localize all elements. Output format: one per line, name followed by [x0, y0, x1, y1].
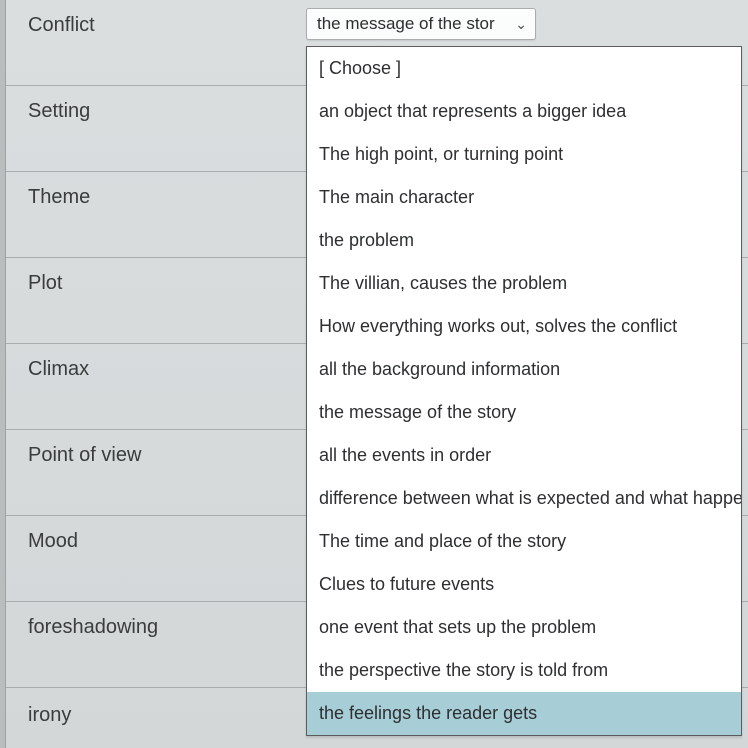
dropdown-option[interactable]: the problem: [307, 219, 741, 262]
term-label: Climax: [6, 350, 306, 381]
dropdown-option[interactable]: one event that sets up the problem: [307, 606, 741, 649]
term-label: Theme: [6, 178, 306, 209]
dropdown-option[interactable]: all the background information: [307, 348, 741, 391]
dropdown-option[interactable]: an object that represents a bigger idea: [307, 90, 741, 133]
dropdown-option[interactable]: The high point, or turning point: [307, 133, 741, 176]
dropdown-option[interactable]: the message of the story: [307, 391, 741, 434]
term-label: Conflict: [6, 6, 306, 37]
term-label: irony: [6, 696, 306, 727]
dropdown-option-highlighted[interactable]: the feelings the reader gets: [307, 692, 741, 735]
definition-dropdown-listbox[interactable]: [ Choose ] an object that represents a b…: [306, 46, 742, 736]
dropdown-option[interactable]: all the events in order: [307, 434, 741, 477]
term-label: Plot: [6, 264, 306, 295]
table-left-border: [0, 0, 6, 748]
term-label: Mood: [6, 522, 306, 553]
dropdown-option[interactable]: The main character: [307, 176, 741, 219]
dropdown-option[interactable]: the perspective the story is told from: [307, 649, 741, 692]
definition-select-conflict[interactable]: the message of the stor ⌄: [306, 8, 536, 40]
dropdown-option[interactable]: Clues to future events: [307, 563, 741, 606]
term-label: foreshadowing: [6, 608, 306, 639]
term-label: Point of view: [6, 436, 306, 467]
term-label: Setting: [6, 92, 306, 123]
dropdown-option[interactable]: The time and place of the story: [307, 520, 741, 563]
dropdown-option[interactable]: [ Choose ]: [307, 47, 741, 90]
dropdown-option[interactable]: difference between what is expected and …: [307, 477, 741, 520]
dropdown-option[interactable]: How everything works out, solves the con…: [307, 305, 741, 348]
dropdown-option[interactable]: The villian, causes the problem: [307, 262, 741, 305]
chevron-down-icon: ⌄: [515, 16, 527, 33]
select-value: the message of the stor: [317, 14, 509, 34]
